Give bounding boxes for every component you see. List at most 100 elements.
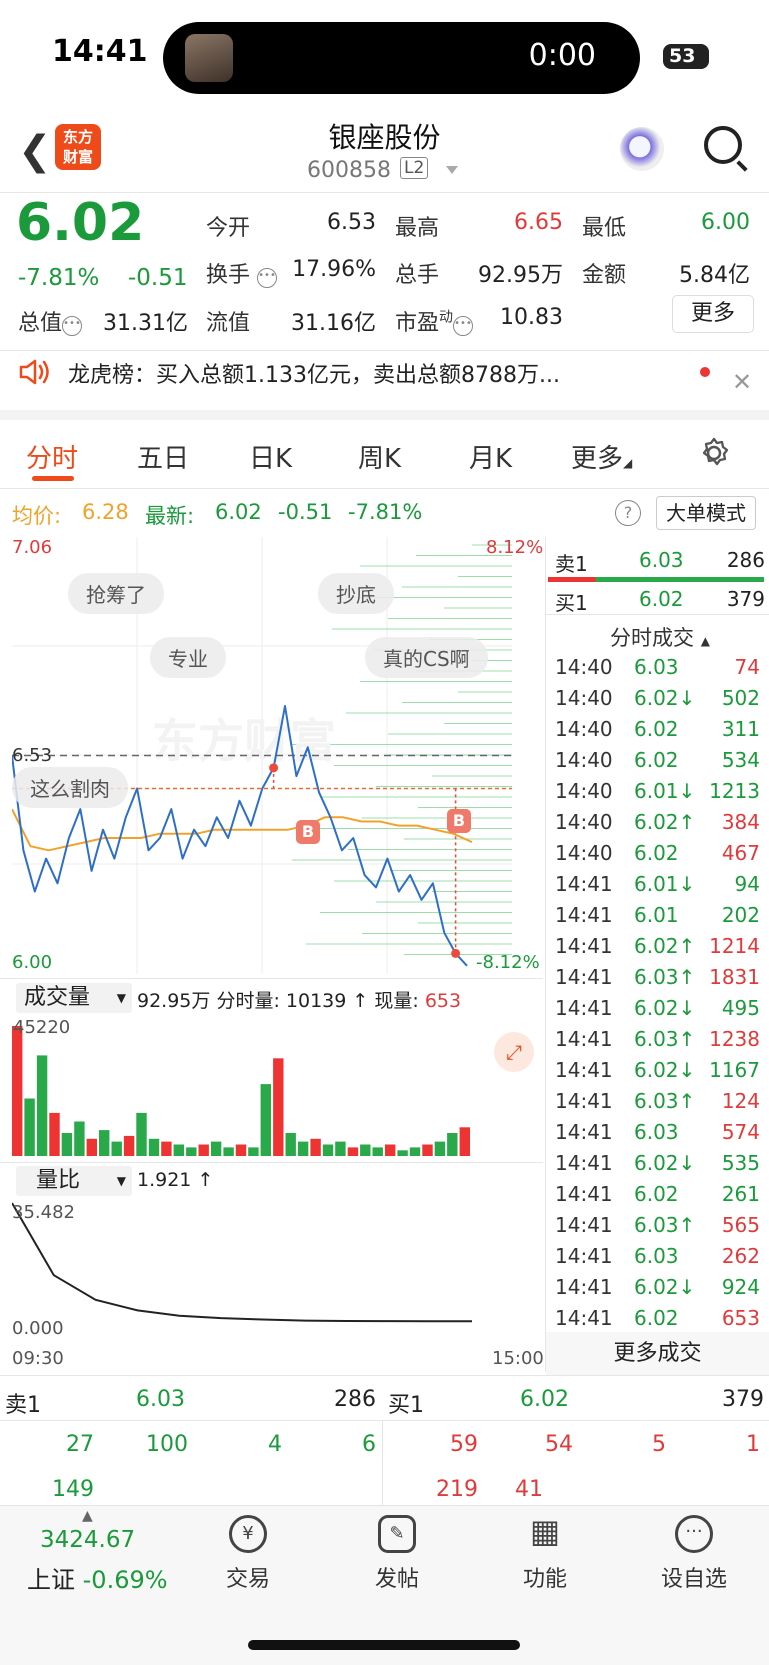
- trade-row: 14:41 6.02↑ 1214: [555, 934, 760, 958]
- tab-weekly-k[interactable]: 周K: [358, 438, 401, 475]
- comment-bubble[interactable]: 这么割肉: [12, 767, 128, 808]
- trade-row: 14:40 6.03 74: [555, 655, 760, 679]
- volume-selector[interactable]: 成交量 ▼: [16, 983, 132, 1013]
- chevron-up-icon[interactable]: ▲: [82, 1508, 93, 1524]
- status-time: 14:41: [52, 34, 148, 69]
- volume-bar: [310, 1138, 321, 1156]
- trade-row: 14:41 6.02 261: [555, 1182, 760, 1206]
- nav-functions[interactable]: ▦ 功能: [495, 1515, 595, 1593]
- call-timer: 0:00: [528, 38, 596, 73]
- tab-more[interactable]: 更多◢: [571, 438, 632, 475]
- mktcap-value: 31.31亿: [103, 311, 188, 336]
- volume-bar: [434, 1141, 446, 1156]
- trade-row: 14:41 6.03↑ 565: [555, 1213, 760, 1237]
- buy-order-qty: 1: [746, 1432, 760, 1457]
- sell-order-qty: 4: [268, 1432, 282, 1457]
- volume-bar: [74, 1121, 85, 1156]
- amount-label: 金额: [582, 263, 627, 288]
- volume-bar: [297, 1141, 309, 1156]
- bottom-buy1-vol: 379: [722, 1387, 764, 1412]
- yen-icon: ¥: [229, 1515, 267, 1553]
- tab-monthly-k[interactable]: 月K: [469, 438, 512, 475]
- volume-bar: [360, 1144, 371, 1156]
- latest-pct: -7.81%: [348, 500, 423, 524]
- mktcap-label: 总值•••: [18, 311, 83, 336]
- trade-row: 14:41 6.03↑ 124: [555, 1089, 760, 1113]
- level2-badge[interactable]: L2: [400, 157, 429, 179]
- more-dots-icon[interactable]: •••: [453, 316, 474, 336]
- speaker-icon: [19, 359, 49, 385]
- volume-chart[interactable]: [12, 1016, 543, 1158]
- robot-assistant-icon[interactable]: [620, 127, 664, 171]
- trade-row: 14:40 6.02↑ 384: [555, 810, 760, 834]
- volume-bar: [36, 1055, 48, 1156]
- comment-bubble[interactable]: 真的CS啊: [365, 637, 488, 678]
- more-dots-icon[interactable]: •••: [62, 316, 83, 336]
- volume-label: 总手: [395, 263, 440, 288]
- open-label: 今开: [206, 216, 251, 241]
- caller-avatar: [185, 34, 233, 82]
- index-ticker[interactable]: 上证 -0.69%: [27, 1560, 168, 1595]
- volume-bar: [123, 1135, 135, 1156]
- more-dots-icon[interactable]: •••: [257, 268, 278, 288]
- volume-bar: [347, 1147, 359, 1156]
- volume-bar: [248, 1147, 259, 1156]
- trades-header[interactable]: 分时成交 ▲: [610, 622, 710, 652]
- volume-bar: [186, 1147, 197, 1156]
- tab-5day[interactable]: 五日: [137, 438, 189, 475]
- pe-value: 10.83: [500, 305, 563, 330]
- buy-marker-icon[interactable]: B: [296, 820, 320, 844]
- more-trades-button[interactable]: 更多成交: [546, 1332, 769, 1376]
- dragon-tiger-notice[interactable]: 龙虎榜：买入总额1.133亿元，卖出总额8788万...: [68, 357, 648, 389]
- tab-daily-k[interactable]: 日K: [249, 438, 292, 475]
- comment-bubble[interactable]: 抢筹了: [68, 573, 164, 614]
- nav-post[interactable]: ✎ 发帖: [347, 1515, 447, 1593]
- low-label: 最低: [582, 216, 627, 241]
- volume-bar: [86, 1138, 97, 1156]
- ratio-max-label: 35.482: [12, 1202, 75, 1223]
- trade-row: 14:40 6.01↓ 1213: [555, 779, 760, 803]
- ratio-min-label: 0.000: [12, 1318, 64, 1339]
- buy-order-qty: 41: [515, 1477, 543, 1502]
- buy-marker-icon[interactable]: B: [447, 809, 471, 833]
- volume-bar: [459, 1127, 470, 1156]
- help-icon[interactable]: ?: [615, 500, 641, 526]
- index-value[interactable]: 3424.67: [40, 1527, 135, 1553]
- y-max-price: 7.06: [12, 537, 53, 558]
- sell-order-qty: 149: [52, 1477, 94, 1502]
- volume-bar: [397, 1150, 408, 1156]
- close-icon[interactable]: ✕: [732, 368, 752, 396]
- stock-code: 600858: [307, 158, 391, 183]
- settings-gear-icon[interactable]: [697, 436, 731, 470]
- buy-order-qty: 219: [436, 1477, 478, 1502]
- buy-order-qty: 54: [545, 1432, 573, 1457]
- float-value: 31.16亿: [291, 311, 376, 336]
- time-end-label: 15:00: [492, 1348, 544, 1369]
- volume-bar: [322, 1144, 334, 1156]
- grid-icon: ▦: [529, 1512, 561, 1550]
- volume-bar: [235, 1144, 247, 1156]
- volume-bar: [173, 1144, 184, 1156]
- comment-bubble[interactable]: 专业: [150, 637, 226, 678]
- search-icon[interactable]: [704, 126, 742, 164]
- nav-add-watchlist[interactable]: ··· 设自选: [644, 1515, 744, 1593]
- volume-ratio-line: [12, 1202, 472, 1323]
- amount-value: 5.84亿: [679, 263, 750, 288]
- volume-bar: [198, 1144, 209, 1156]
- big-order-mode-button[interactable]: 大单模式: [656, 496, 756, 530]
- more-button[interactable]: 更多: [672, 295, 754, 333]
- comment-bubble[interactable]: 抄底: [318, 573, 394, 614]
- avg-price: 6.28: [82, 500, 129, 524]
- latest-label: 最新:: [145, 504, 195, 528]
- volume-bar: [422, 1144, 433, 1156]
- nav-trade[interactable]: ¥ 交易: [198, 1515, 298, 1593]
- volume-bar: [49, 1112, 60, 1156]
- sell-order-qty: 100: [146, 1432, 188, 1457]
- chevron-down-icon[interactable]: [446, 166, 458, 174]
- change-pct: -7.81%: [18, 265, 100, 291]
- high-label: 最高: [395, 216, 440, 241]
- tab-intraday[interactable]: 分时: [26, 438, 78, 475]
- ratio-selector[interactable]: 量比 ▼: [16, 1166, 132, 1196]
- expand-icon[interactable]: ⤢: [494, 1032, 534, 1072]
- volume-ratio-chart[interactable]: [12, 1198, 543, 1340]
